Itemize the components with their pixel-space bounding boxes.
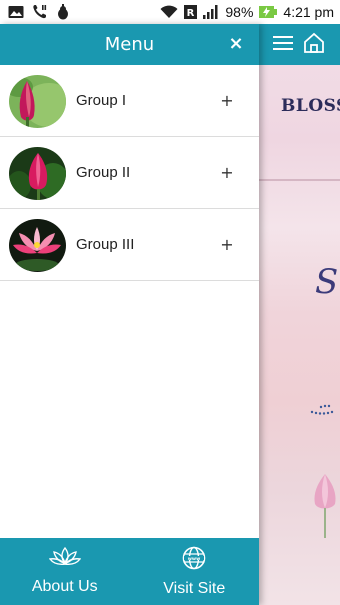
hamburger-menu-icon[interactable] bbox=[273, 35, 293, 55]
background-decoration bbox=[310, 404, 334, 415]
call-settings-icon bbox=[33, 4, 47, 20]
plus-icon[interactable]: + bbox=[219, 164, 235, 181]
group-item-2[interactable]: Group II + bbox=[0, 137, 259, 209]
group-item-1[interactable]: Group I + bbox=[0, 65, 259, 137]
background-logo-text: BLOSSO bbox=[281, 96, 340, 116]
svg-text:R: R bbox=[187, 8, 195, 19]
plus-icon[interactable]: + bbox=[219, 92, 235, 109]
r-icon: R bbox=[184, 5, 198, 19]
background-script-text: S bbox=[315, 262, 339, 302]
navigation-drawer: Menu × Group I + Group II + Group III + … bbox=[0, 24, 259, 605]
lotus-icon bbox=[48, 546, 81, 568]
visit-site-label: Visit Site bbox=[163, 580, 226, 597]
signal-icon bbox=[203, 5, 219, 19]
drawer-footer: About Us www Visit Site bbox=[0, 538, 259, 605]
close-button[interactable]: × bbox=[225, 33, 247, 55]
group-item-3[interactable]: Group III + bbox=[0, 209, 259, 281]
visit-site-button[interactable]: www Visit Site bbox=[130, 538, 260, 605]
battery-percent: 98% bbox=[225, 4, 254, 20]
svg-text:www: www bbox=[188, 557, 200, 562]
background-horizon bbox=[259, 179, 340, 181]
drawer-header: Menu × bbox=[0, 24, 259, 65]
wifi-icon bbox=[160, 5, 178, 19]
lotus-bud-dark-thumbnail bbox=[9, 147, 66, 200]
battery-charging-icon bbox=[259, 5, 278, 19]
clock: 4:21 pm bbox=[283, 4, 334, 20]
background-toolbar bbox=[259, 24, 340, 65]
about-us-label: About Us bbox=[31, 578, 98, 595]
group-list: Group I + Group II + Group III + bbox=[0, 65, 259, 281]
status-bar: R 98% 4:21 pm bbox=[0, 0, 340, 24]
drawer-title: Menu bbox=[104, 34, 155, 55]
globe-www-icon: www bbox=[182, 546, 206, 570]
lotus-flower-thumbnail bbox=[9, 219, 66, 272]
lotus-bud-thumbnail bbox=[9, 75, 66, 128]
about-us-button[interactable]: About Us bbox=[0, 538, 130, 605]
group-label: Group III bbox=[76, 236, 135, 253]
group-label: Group I bbox=[76, 92, 127, 109]
android-debug-icon bbox=[56, 4, 70, 20]
background-app: BLOSSO S bbox=[259, 24, 340, 605]
home-icon[interactable] bbox=[303, 32, 325, 58]
plus-icon[interactable]: + bbox=[219, 236, 235, 253]
background-lotus-bud bbox=[314, 474, 336, 538]
image-icon bbox=[8, 5, 24, 19]
group-label: Group II bbox=[76, 164, 131, 181]
